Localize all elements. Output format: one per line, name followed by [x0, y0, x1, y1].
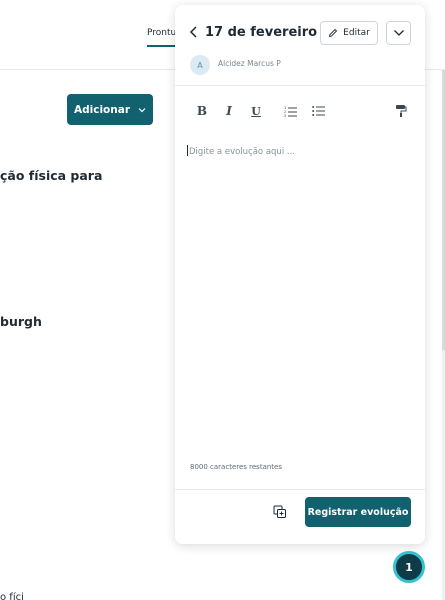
- chevron-down-icon: [393, 30, 404, 36]
- panel-header: 17 de fevereiro Editar A Alcidez Marcus …: [175, 5, 425, 83]
- evolution-editor[interactable]: Digite a evolução aqui ...: [187, 145, 413, 455]
- formatting-toolbar: B I U 1 2 3: [175, 101, 425, 121]
- collapse-button[interactable]: [386, 21, 411, 45]
- bold-button[interactable]: B: [195, 101, 209, 121]
- svg-text:3: 3: [284, 114, 286, 117]
- divider: [175, 85, 425, 86]
- evolution-panel: 17 de fevereiro Editar A Alcidez Marcus …: [175, 5, 425, 544]
- avatar: A: [190, 55, 210, 75]
- underline-button[interactable]: U: [249, 101, 263, 121]
- register-evolution-button[interactable]: Registrar evolução: [305, 497, 411, 527]
- chevron-left-icon[interactable]: [189, 25, 203, 41]
- background-text: ção física para: [0, 168, 103, 183]
- editor-placeholder: Digite a evolução aqui ...: [189, 147, 295, 157]
- italic-button[interactable]: I: [222, 101, 236, 121]
- chevron-down-icon: [138, 107, 146, 112]
- author-name: Alcidez Marcus P: [218, 59, 281, 68]
- remaining-characters: 8000 caracteres restantes: [190, 463, 282, 471]
- edit-button[interactable]: Editar: [320, 21, 378, 45]
- pencil-icon: [329, 28, 338, 38]
- panel-title: 17 de fevereiro: [205, 25, 318, 40]
- bullet-list-icon[interactable]: [311, 101, 327, 121]
- add-button-label: Adicionar: [73, 103, 131, 116]
- edit-button-label: Editar: [343, 28, 370, 38]
- add-button[interactable]: Adicionar: [67, 94, 153, 125]
- active-tab-indicator: [147, 45, 177, 47]
- paint-roller-icon[interactable]: [393, 101, 409, 121]
- ordered-list-icon[interactable]: 1 2 3: [283, 101, 299, 121]
- divider: [175, 489, 425, 490]
- text-caret: [187, 145, 188, 156]
- copy-icon[interactable]: [273, 504, 287, 518]
- notification-badge[interactable]: 1: [393, 551, 425, 583]
- background-text: burgh: [0, 314, 42, 329]
- background-text: o fíci: [0, 592, 24, 600]
